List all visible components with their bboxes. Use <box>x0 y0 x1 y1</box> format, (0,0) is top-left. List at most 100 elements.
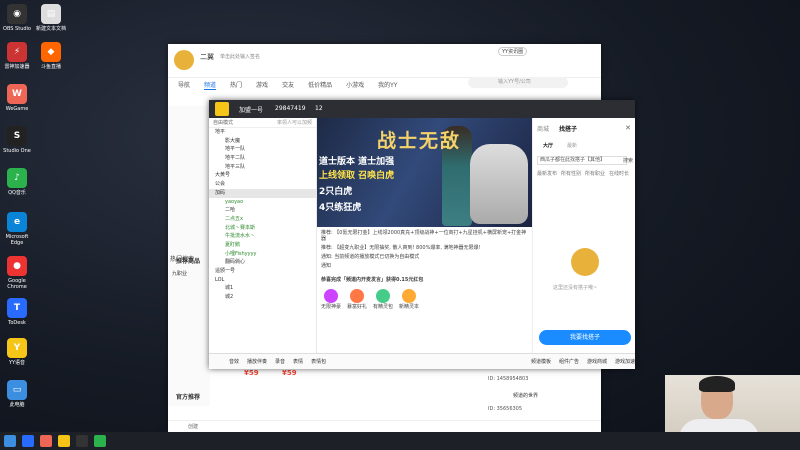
desktop-icon[interactable]: W WeGame <box>0 84 34 112</box>
gift-item[interactable]: 有精灵包 <box>373 289 393 310</box>
tree-member[interactable]: 小哩Fishyyyy <box>209 250 316 259</box>
filter-dropdown[interactable]: 西瓜子都在此找搭子【其他】 <box>537 156 627 165</box>
nine-jobs-label[interactable]: 九职业 <box>172 270 187 277</box>
gift-icon <box>324 289 338 303</box>
toolbar-link[interactable]: 游戏商城 <box>587 358 607 365</box>
mode-header: 自由模式 率领人可以加频 <box>209 118 316 128</box>
room-name: 加盟一号 <box>239 107 264 114</box>
tree-member[interactable]: 牛批流水水丶 <box>209 232 316 241</box>
tree-member[interactable]: 城2 <box>209 293 316 302</box>
empty-text: 这里还没有搭子哦~ <box>553 285 598 291</box>
toolbar-button[interactable]: 录音 <box>275 358 285 365</box>
tree-member[interactable]: 地平一队 <box>209 145 316 154</box>
find-partner-button[interactable]: 我要找搭子 <box>539 330 631 345</box>
toolbar-link[interactable]: 游戏加速 <box>615 358 635 365</box>
toolbar-button[interactable]: 播放伴奏 <box>247 358 267 365</box>
price-1: ¥59 <box>244 369 259 377</box>
filter-option[interactable]: 所有性别 <box>561 170 581 177</box>
taskbar-app-icon[interactable] <box>94 435 106 447</box>
tree-member[interactable]: 城1 <box>209 284 316 293</box>
desktop-icon-label: YY语音 <box>8 360 26 366</box>
taskbar-app-icon[interactable] <box>76 435 88 447</box>
desktop-icon[interactable]: ⚡ 雷神加速器 <box>0 42 34 70</box>
desktop-icon-label: 新建文本文档 <box>35 26 66 32</box>
desktop-icon[interactable]: ▤ 新建文本文档 <box>34 4 68 32</box>
tiger-art <box>470 144 528 224</box>
tab-find-partner[interactable]: 找搭子 <box>559 124 577 133</box>
yy-header: 二翼 单击此处输入签名 YY资讯圈 <box>168 44 601 78</box>
gift-label: 暴富好礼 <box>347 304 368 310</box>
close-icon[interactable]: ✕ <box>625 124 631 132</box>
desktop-icon[interactable]: Y YY语音 <box>0 338 34 366</box>
tree-member[interactable]: 北城丶赛本斯 <box>209 224 316 233</box>
tree-channel[interactable]: 加码 <box>209 188 316 198</box>
nav-item[interactable]: 我的YY <box>378 80 397 90</box>
tree-channel[interactable]: 地平 <box>209 128 316 137</box>
tree-channel[interactable]: 遥颁一号 <box>209 267 316 276</box>
toolbar-link[interactable]: 频道模板 <box>531 358 551 365</box>
toolbar-button[interactable]: 表情包 <box>311 358 326 365</box>
toolbar-link[interactable]: 组件广告 <box>559 358 579 365</box>
tree-channel[interactable]: 大黄号 <box>209 171 316 180</box>
signature-input[interactable]: 单击此处输入签名 <box>220 53 260 60</box>
nav-item[interactable]: 交友 <box>282 80 294 90</box>
taskbar-app-icon[interactable] <box>40 435 52 447</box>
nav-item[interactable]: 导航 <box>178 80 190 90</box>
find-partner-panel: 商城 找搭子 ✕ 大厅 最新 西瓜子都在此找搭子【其他】 搜索 最新发布 所有性别… <box>532 118 635 353</box>
filter-option[interactable]: 最新发布 <box>537 170 557 177</box>
channel-window: 加盟一号 29847419 12 自由模式 率领人可以加频 地平 影大魔 地平一队地… <box>209 100 635 369</box>
video-area[interactable]: 战士无敌 道士版本 道士加强 上线领取 召唤白虎 2只白虎 4只练狂虎 <box>317 118 532 227</box>
tree-member[interactable]: 影大魔 <box>209 137 316 146</box>
start-icon[interactable] <box>4 435 16 447</box>
tree-member[interactable]: 地平二队 <box>209 154 316 163</box>
toolbar-button[interactable]: 音效 <box>229 358 239 365</box>
gift-item[interactable]: 无限神豪 <box>321 289 341 310</box>
desktop-icon[interactable]: ♪ QQ音乐 <box>0 168 34 196</box>
tab-hall[interactable]: 大厅 <box>543 142 553 149</box>
desktop-icon-label: QQ音乐 <box>8 190 26 196</box>
user-id-2: ID: 35656305 <box>488 406 523 412</box>
search-input[interactable]: 输入YY号/公司 <box>468 77 568 88</box>
desktop-icon-label: 斗鱼直播 <box>40 64 61 70</box>
tree-member[interactable]: 夏盯鹅 <box>209 241 316 250</box>
desktop-icon[interactable]: ◉ OBS Studio <box>0 4 34 32</box>
tree-member[interactable]: yaoyao <box>209 198 316 207</box>
desktop-icon[interactable]: ▭ 此电脑 <box>0 380 34 408</box>
tree-channel[interactable]: 公会 <box>209 180 316 189</box>
mode-label[interactable]: 自由模式 <box>213 120 233 126</box>
recommend-title: 推荐商品 <box>176 258 201 265</box>
taskbar-app-icon[interactable] <box>22 435 34 447</box>
online-count: 12 <box>315 105 323 112</box>
filter-option[interactable]: 在线时长 <box>609 170 629 177</box>
search-button[interactable]: 搜索 <box>623 157 633 164</box>
yy-badge[interactable]: YY资讯圈 <box>498 47 528 56</box>
nav-item[interactable]: 频道 <box>204 80 217 90</box>
desktop-icon[interactable]: ● Google Chrome <box>0 256 34 290</box>
nav-item[interactable]: 低价精品 <box>308 80 332 90</box>
desktop-icon[interactable]: T ToDesk <box>0 298 34 326</box>
chat-line: 通知 <box>321 263 332 269</box>
create-button[interactable]: 创建 <box>188 424 198 430</box>
desktop-icon[interactable]: S Studio One <box>0 126 34 154</box>
home-icon[interactable] <box>215 102 229 116</box>
app-icon: ◉ <box>7 4 27 24</box>
desktop-icon[interactable]: e Microsoft Edge <box>0 212 34 246</box>
nav-item[interactable]: 游戏 <box>256 80 268 90</box>
tree-channel[interactable]: LOL <box>209 276 316 285</box>
filter-option[interactable]: 所有职业 <box>585 170 605 177</box>
toolbar-button[interactable]: 表情 <box>293 358 303 365</box>
tree-member[interactable]: 二点五x <box>209 215 316 224</box>
gift-item[interactable]: 新精灵本 <box>399 289 419 310</box>
person-hair <box>699 376 735 392</box>
tree-member[interactable]: 地平三队 <box>209 163 316 172</box>
tree-member[interactable]: 翻码倘心 <box>209 258 316 267</box>
tab-mall[interactable]: 商城 <box>537 124 549 133</box>
tree-member[interactable]: 二哈 <box>209 206 316 215</box>
nav-item[interactable]: 小游戏 <box>346 80 364 90</box>
desktop-icon[interactable]: ◆ 斗鱼直播 <box>34 42 68 70</box>
nav-item[interactable]: 热门 <box>230 80 242 90</box>
gift-item[interactable]: 暴富好礼 <box>347 289 367 310</box>
taskbar-app-icon[interactable] <box>58 435 70 447</box>
avatar[interactable] <box>174 50 194 70</box>
tab-newest[interactable]: 最新 <box>567 142 577 149</box>
